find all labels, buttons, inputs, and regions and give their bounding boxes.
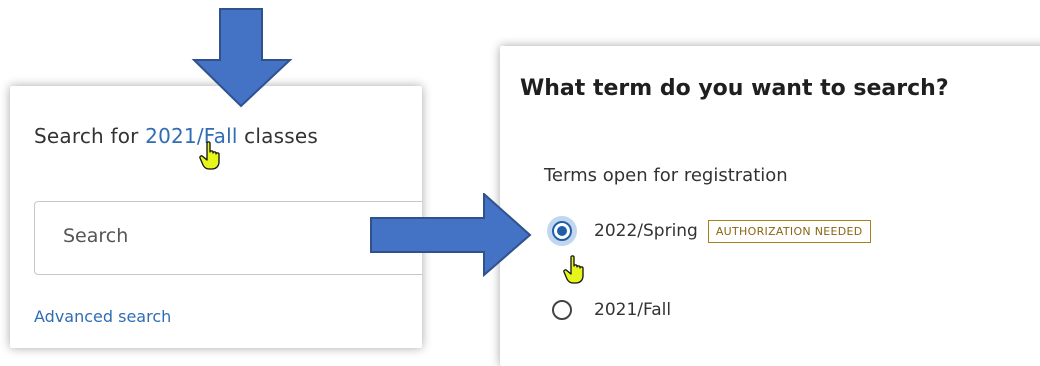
search-title-suffix: classes [237, 124, 318, 148]
search-title-prefix: Search for [34, 124, 146, 148]
right-arrow-icon [370, 193, 532, 277]
term-option-spring-2022[interactable]: 2022/Spring AUTHORIZATION NEEDED [552, 216, 871, 246]
terms-open-subheading: Terms open for registration [544, 165, 788, 186]
search-input[interactable] [61, 224, 365, 248]
term-selector-link[interactable]: 2021/Fall [145, 124, 237, 148]
class-search-panel: Search for 2021/Fall classes Advanced se… [10, 86, 422, 348]
hand-pointer-icon [199, 141, 223, 170]
search-title: Search for 2021/Fall classes [34, 124, 318, 148]
authorization-needed-badge: AUTHORIZATION NEEDED [707, 219, 871, 243]
term-option-fall-2021[interactable]: 2021/Fall [552, 295, 671, 325]
term-option-label: 2022/Spring [594, 221, 698, 241]
term-selection-dialog: What term do you want to search? Terms o… [500, 46, 1040, 366]
term-option-label: 2021/Fall [594, 300, 672, 320]
down-arrow-icon [190, 8, 294, 108]
advanced-search-link[interactable]: Advanced search [34, 307, 171, 326]
search-input-container[interactable] [34, 201, 422, 275]
radio-unselected[interactable] [552, 300, 572, 320]
term-dialog-heading: What term do you want to search? [520, 76, 949, 101]
hand-pointer-icon [563, 255, 587, 284]
radio-selected[interactable] [552, 221, 572, 241]
